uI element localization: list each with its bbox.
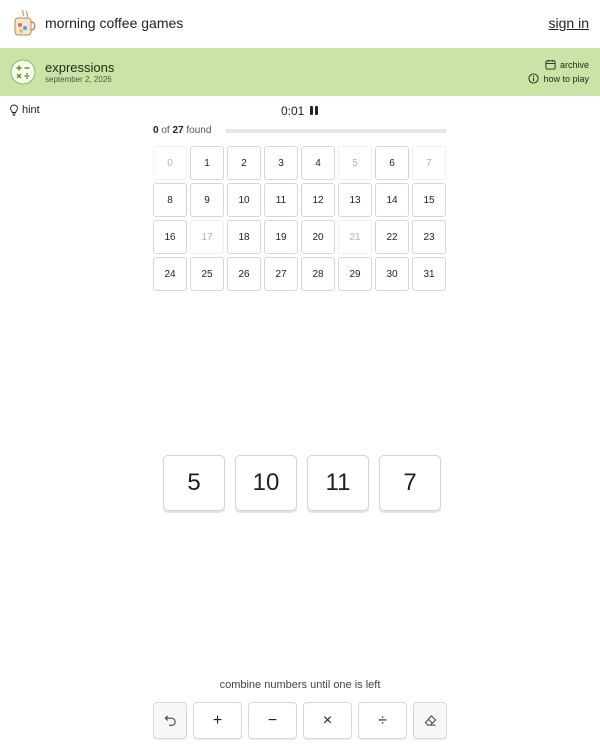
operators-icon bbox=[10, 59, 36, 85]
multiply-button[interactable]: × bbox=[303, 702, 352, 739]
clear-button[interactable] bbox=[413, 702, 447, 739]
operator-bar: + − × ÷ bbox=[153, 702, 447, 739]
target-number-cell: 1 bbox=[190, 146, 224, 180]
target-number-cell: 16 bbox=[153, 220, 187, 254]
number-tile[interactable]: 10 bbox=[235, 455, 297, 511]
found-label: found bbox=[186, 125, 212, 136]
calendar-icon bbox=[545, 59, 556, 70]
target-number-cell: 2 bbox=[227, 146, 261, 180]
of-label: of bbox=[161, 125, 170, 136]
target-number-cell: 8 bbox=[153, 183, 187, 217]
app-title[interactable]: morning coffee games bbox=[45, 15, 183, 31]
target-number-cell: 7 bbox=[412, 146, 446, 180]
target-number-cell: 30 bbox=[375, 257, 409, 291]
archive-link[interactable]: archive bbox=[545, 59, 589, 70]
target-number-cell: 19 bbox=[264, 220, 298, 254]
hint-label: hint bbox=[22, 104, 40, 116]
eraser-icon bbox=[424, 715, 436, 726]
target-number-cell: 27 bbox=[264, 257, 298, 291]
target-number-cell: 14 bbox=[375, 183, 409, 217]
number-tiles: 5 10 11 7 bbox=[163, 455, 441, 511]
sign-in-link[interactable]: sign in bbox=[549, 15, 589, 31]
archive-label: archive bbox=[559, 59, 589, 70]
target-number-cell: 5 bbox=[338, 146, 372, 180]
target-number-cell: 17 bbox=[190, 220, 224, 254]
target-number-cell: 20 bbox=[301, 220, 335, 254]
target-number-cell: 18 bbox=[227, 220, 261, 254]
found-count: 0 bbox=[153, 125, 159, 136]
divide-button[interactable]: ÷ bbox=[358, 702, 407, 739]
number-tile[interactable]: 5 bbox=[163, 455, 225, 511]
target-number-cell: 29 bbox=[338, 257, 372, 291]
progress-text: 0 of 27 found bbox=[153, 125, 211, 136]
game-title: expressions bbox=[45, 60, 115, 75]
target-number-cell: 26 bbox=[227, 257, 261, 291]
progress-bar bbox=[225, 129, 447, 133]
add-button[interactable]: + bbox=[193, 702, 242, 739]
number-tile[interactable]: 7 bbox=[379, 455, 441, 511]
undo-button[interactable] bbox=[153, 702, 187, 739]
total-count: 27 bbox=[172, 125, 184, 136]
target-number-cell: 15 bbox=[412, 183, 446, 217]
timer: 0:01 bbox=[281, 104, 305, 118]
target-number-cell: 6 bbox=[375, 146, 409, 180]
subtract-button[interactable]: − bbox=[248, 702, 297, 739]
target-number-cell: 4 bbox=[301, 146, 335, 180]
target-number-cell: 22 bbox=[375, 220, 409, 254]
target-number-cell: 28 bbox=[301, 257, 335, 291]
how-to-play-label: how to play bbox=[543, 73, 589, 84]
top-bar: morning coffee games sign in bbox=[0, 0, 600, 48]
target-number-cell: 10 bbox=[227, 183, 261, 217]
target-number-cell: 25 bbox=[190, 257, 224, 291]
game-header-band: expressions september 2, 2026 archive ho… bbox=[0, 48, 600, 96]
target-number-cell: 23 bbox=[412, 220, 446, 254]
target-number-cell: 21 bbox=[338, 220, 372, 254]
target-number-cell: 11 bbox=[264, 183, 298, 217]
target-number-cell: 3 bbox=[264, 146, 298, 180]
instructions-text: combine numbers until one is left bbox=[219, 679, 381, 691]
target-number-cell: 12 bbox=[301, 183, 335, 217]
info-icon bbox=[528, 73, 540, 84]
game-date: september 2, 2026 bbox=[45, 75, 112, 84]
target-number-grid: 0 1 2 3 4 5 6 7 8 9 10 11 12 13 14 15 16 17 18 19 20 21 22 23 24… bbox=[153, 146, 446, 291]
target-number-cell: 9 bbox=[190, 183, 224, 217]
target-number-cell: 31 bbox=[412, 257, 446, 291]
target-number-cell: 13 bbox=[338, 183, 372, 217]
lightbulb-icon bbox=[10, 104, 18, 116]
target-number-cell: 24 bbox=[153, 257, 187, 291]
coffee-mug-icon[interactable] bbox=[12, 9, 38, 37]
target-number-cell: 0 bbox=[153, 146, 187, 180]
undo-icon bbox=[164, 715, 176, 726]
how-to-play-link[interactable]: how to play bbox=[528, 73, 589, 84]
pause-icon[interactable] bbox=[310, 106, 318, 115]
number-tile[interactable]: 11 bbox=[307, 455, 369, 511]
hint-button[interactable]: hint bbox=[9, 104, 40, 116]
